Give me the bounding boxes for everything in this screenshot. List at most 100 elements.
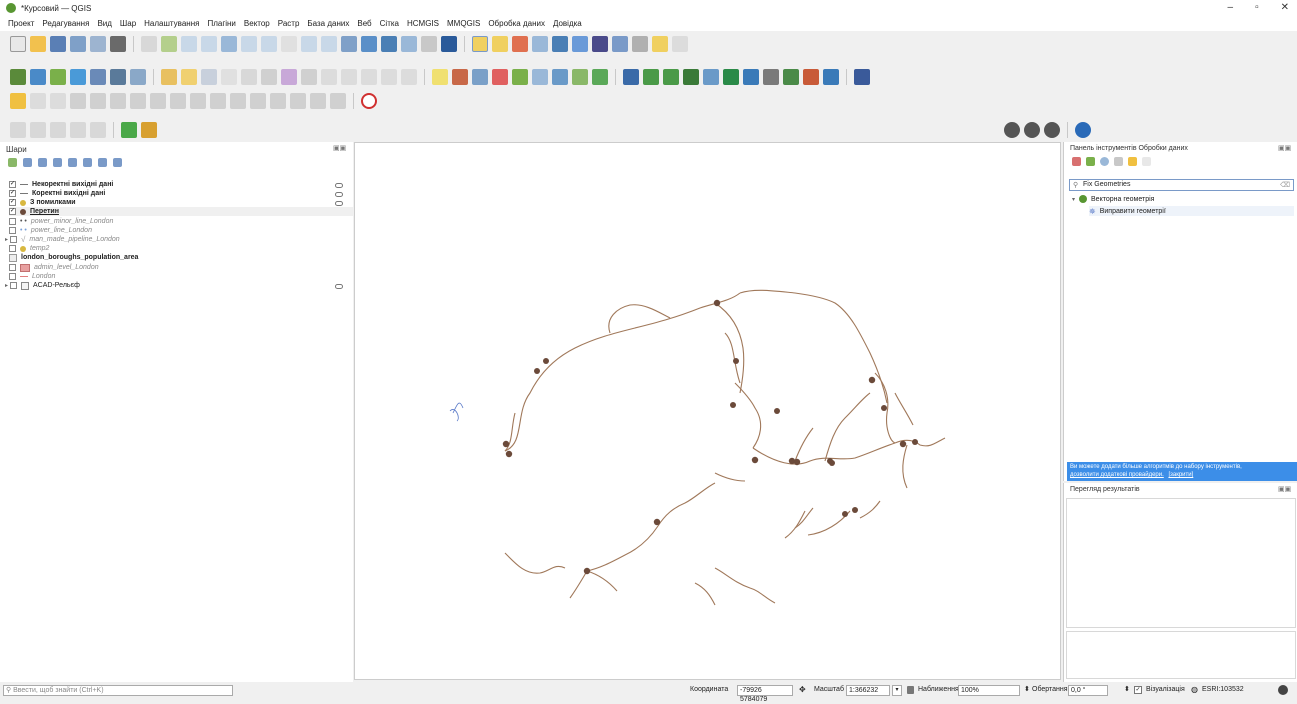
layer-item[interactable]: • • power_line_London — [9, 226, 92, 235]
crs-globe-icon[interactable]: ◍ — [1191, 685, 1198, 694]
layer-item[interactable]: ✓ Некоректні вихідні дані — [9, 180, 113, 189]
field-calculator-icon[interactable] — [572, 36, 588, 52]
style-dock-icon[interactable] — [8, 158, 17, 167]
layer-checkbox[interactable]: ✓ — [9, 208, 16, 215]
geocode-icon[interactable] — [703, 69, 719, 85]
locator-search-input[interactable]: ⚲ Ввести, щоб знайти (Ctrl+K) — [3, 685, 233, 696]
expand-arrow-icon[interactable]: ▸ — [5, 236, 8, 243]
simplify-icon[interactable] — [70, 93, 86, 109]
attribute-table-icon[interactable] — [552, 36, 568, 52]
snapping-icon[interactable] — [10, 122, 26, 138]
move-feature-icon[interactable] — [30, 93, 46, 109]
text-annotation-icon[interactable] — [672, 36, 688, 52]
new-project-icon[interactable] — [10, 36, 26, 52]
feature-count-icon[interactable] — [335, 183, 343, 188]
globe-tool-icon[interactable] — [683, 69, 699, 85]
modify-attributes-icon[interactable] — [281, 69, 297, 85]
layer-item[interactable]: ✓ Коректні вихідні дані — [9, 189, 105, 198]
globe-layer-icon[interactable] — [1044, 122, 1060, 138]
refresh-icon[interactable] — [441, 36, 457, 52]
triangle-tool-icon[interactable] — [663, 69, 679, 85]
annotation-icon[interactable] — [632, 36, 648, 52]
vertex-tool-icon[interactable] — [261, 69, 277, 85]
format-convert-icon[interactable] — [783, 69, 799, 85]
close-banner-link[interactable]: [закрити] — [1168, 472, 1193, 478]
merge-attributes-icon[interactable] — [290, 93, 306, 109]
identify-features-icon[interactable] — [532, 36, 548, 52]
expand-arrow-icon[interactable]: ▸ — [5, 282, 8, 289]
python-console-icon[interactable] — [121, 122, 137, 138]
lock-icon[interactable] — [907, 686, 914, 694]
scale-field[interactable]: 1:366232 — [846, 685, 890, 696]
results-list[interactable] — [1066, 498, 1296, 628]
menu-layer[interactable]: Шар — [120, 19, 136, 28]
add-part-icon[interactable] — [110, 93, 126, 109]
pan-to-selection-icon[interactable] — [161, 36, 177, 52]
map-tips-icon[interactable] — [652, 36, 668, 52]
show-hide-labels-icon[interactable] — [492, 69, 508, 85]
layer-checkbox[interactable] — [10, 282, 18, 289]
layout-manager-icon[interactable] — [90, 36, 106, 52]
change-label-icon[interactable] — [552, 69, 568, 85]
openlayers-icon[interactable] — [803, 69, 819, 85]
split-features-icon[interactable] — [230, 93, 246, 109]
fill-ring-icon[interactable] — [130, 93, 146, 109]
select-features-icon[interactable] — [472, 36, 488, 52]
layer-checkbox[interactable] — [9, 227, 16, 234]
enable-providers-link[interactable]: дозволити додаткові провайдери. — [1070, 472, 1164, 478]
expand-all-icon[interactable] — [83, 158, 92, 167]
snap-tolerance-icon[interactable] — [70, 122, 86, 138]
coordinate-field[interactable]: -79926 5784079 — [737, 685, 793, 703]
add-ring-icon[interactable] — [90, 93, 106, 109]
add-delimited-text-icon[interactable] — [110, 69, 126, 85]
digitize-icon[interactable] — [221, 69, 237, 85]
filter-legend-icon[interactable] — [53, 158, 62, 167]
results-viewer-icon[interactable] — [1114, 157, 1123, 166]
measure-icon[interactable] — [612, 36, 628, 52]
add-group-icon[interactable] — [23, 158, 32, 167]
label-properties-icon[interactable] — [592, 69, 608, 85]
layer-checkbox[interactable] — [9, 264, 16, 271]
layer-item[interactable]: London — [9, 272, 55, 281]
add-spatialite-icon[interactable] — [130, 69, 146, 85]
messages-icon[interactable] — [1278, 685, 1288, 695]
rotate-feature-icon[interactable] — [50, 93, 66, 109]
layer-item[interactable]: london_boroughs_population_area — [9, 253, 138, 262]
quickosm-icon[interactable] — [823, 69, 839, 85]
scale-dropdown-icon[interactable]: ▾ — [892, 685, 902, 696]
delete-selected-icon[interactable] — [301, 69, 317, 85]
split-parts-icon[interactable] — [250, 93, 266, 109]
layer-checkbox[interactable] — [9, 245, 16, 252]
trim-extend-icon[interactable] — [361, 93, 377, 109]
delete-ring-icon[interactable] — [150, 93, 166, 109]
add-raster-layer-icon[interactable] — [70, 69, 86, 85]
menu-settings[interactable]: Налаштування — [144, 19, 199, 28]
menu-plugins[interactable]: Плагіни — [207, 19, 235, 28]
tools-icon[interactable] — [763, 69, 779, 85]
layer-item[interactable]: ✓ З помилками — [9, 198, 76, 207]
crs-label[interactable]: ESRI:103532 — [1202, 686, 1244, 693]
add-vertex-icon[interactable] — [241, 69, 257, 85]
zoom-full-icon[interactable] — [221, 36, 237, 52]
menu-edit[interactable]: Редагування — [42, 19, 89, 28]
feature-count-icon[interactable] — [335, 284, 343, 289]
remove-layer-icon[interactable] — [113, 158, 122, 167]
map-canvas[interactable] — [354, 142, 1061, 680]
new-geopackage-icon[interactable] — [30, 69, 46, 85]
reverse-line-icon[interactable] — [330, 93, 346, 109]
toggle-extents-icon[interactable]: ✥ — [799, 685, 806, 694]
maximize-button[interactable]: ▫ — [1255, 2, 1259, 13]
zoom-last-icon[interactable] — [301, 36, 317, 52]
undo-icon[interactable] — [381, 69, 397, 85]
algorithm-search-field[interactable]: ⚲ Fix Geometries ⌫ — [1069, 179, 1294, 191]
edit-features-in-place-icon[interactable] — [1128, 157, 1137, 166]
label-icon[interactable] — [432, 69, 448, 85]
menu-hcmgis[interactable]: HCMGIS — [407, 19, 439, 28]
georeferencer-icon[interactable] — [623, 69, 639, 85]
layer-item[interactable]: • • power_minor_line_London — [9, 217, 113, 226]
redo-icon[interactable] — [401, 69, 417, 85]
panel-float-close-icons[interactable]: ▣▣ — [1278, 144, 1291, 152]
globe-settings-icon[interactable] — [1024, 122, 1040, 138]
pan-icon[interactable] — [141, 36, 157, 52]
cut-features-icon[interactable] — [321, 69, 337, 85]
